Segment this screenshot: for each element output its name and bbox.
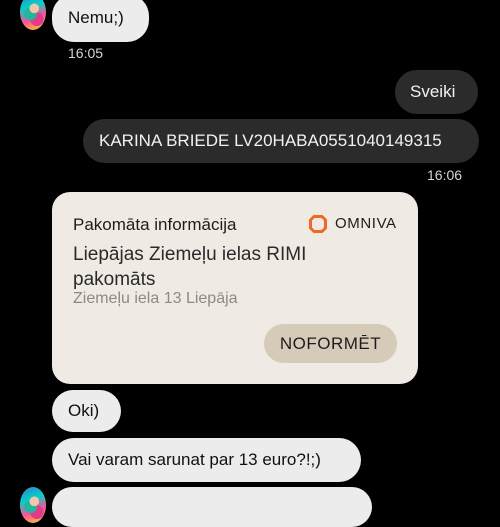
outgoing-message-bubble[interactable]: KARINA BRIEDE LV20HABA0551040149315: [83, 119, 479, 163]
incoming-message-bubble[interactable]: Vai varam sarunat par 13 euro?!;): [52, 438, 361, 482]
noformet-button[interactable]: NOFORMĒT: [264, 324, 397, 363]
locker-name: Liepājas Ziemeļu ielas RIMI pakomāts: [73, 244, 307, 290]
incoming-message-bubble[interactable]: Oki): [52, 390, 121, 432]
card-heading: Pakomāta informācija: [73, 215, 237, 234]
contact-avatar[interactable]: [20, 487, 46, 523]
incoming-message-bubble[interactable]: [52, 487, 372, 527]
omniva-logo-icon: [309, 215, 327, 233]
locker-address: Ziemeļu iela 13 Liepāja: [73, 290, 238, 307]
message-text: Oki): [68, 401, 100, 420]
outgoing-message-bubble[interactable]: Sveiki: [395, 70, 478, 114]
incoming-message-bubble[interactable]: Nemu;): [52, 0, 149, 42]
message-timestamp: 16:05: [68, 45, 104, 61]
message-text: Sveiki: [410, 82, 456, 101]
message-text: Vai varam sarunat par 13 euro?!;): [68, 450, 321, 469]
message-text: Nemu;): [68, 8, 124, 27]
contact-avatar[interactable]: [20, 0, 46, 30]
message-text: KARINA BRIEDE LV20HABA0551040149315: [99, 131, 442, 150]
parcel-locker-card[interactable]: Pakomāta informācija OMNIVA Liepājas Zie…: [52, 192, 418, 384]
message-timestamp: 16:06: [427, 167, 463, 183]
omniva-brand-label: OMNIVA: [335, 215, 397, 232]
